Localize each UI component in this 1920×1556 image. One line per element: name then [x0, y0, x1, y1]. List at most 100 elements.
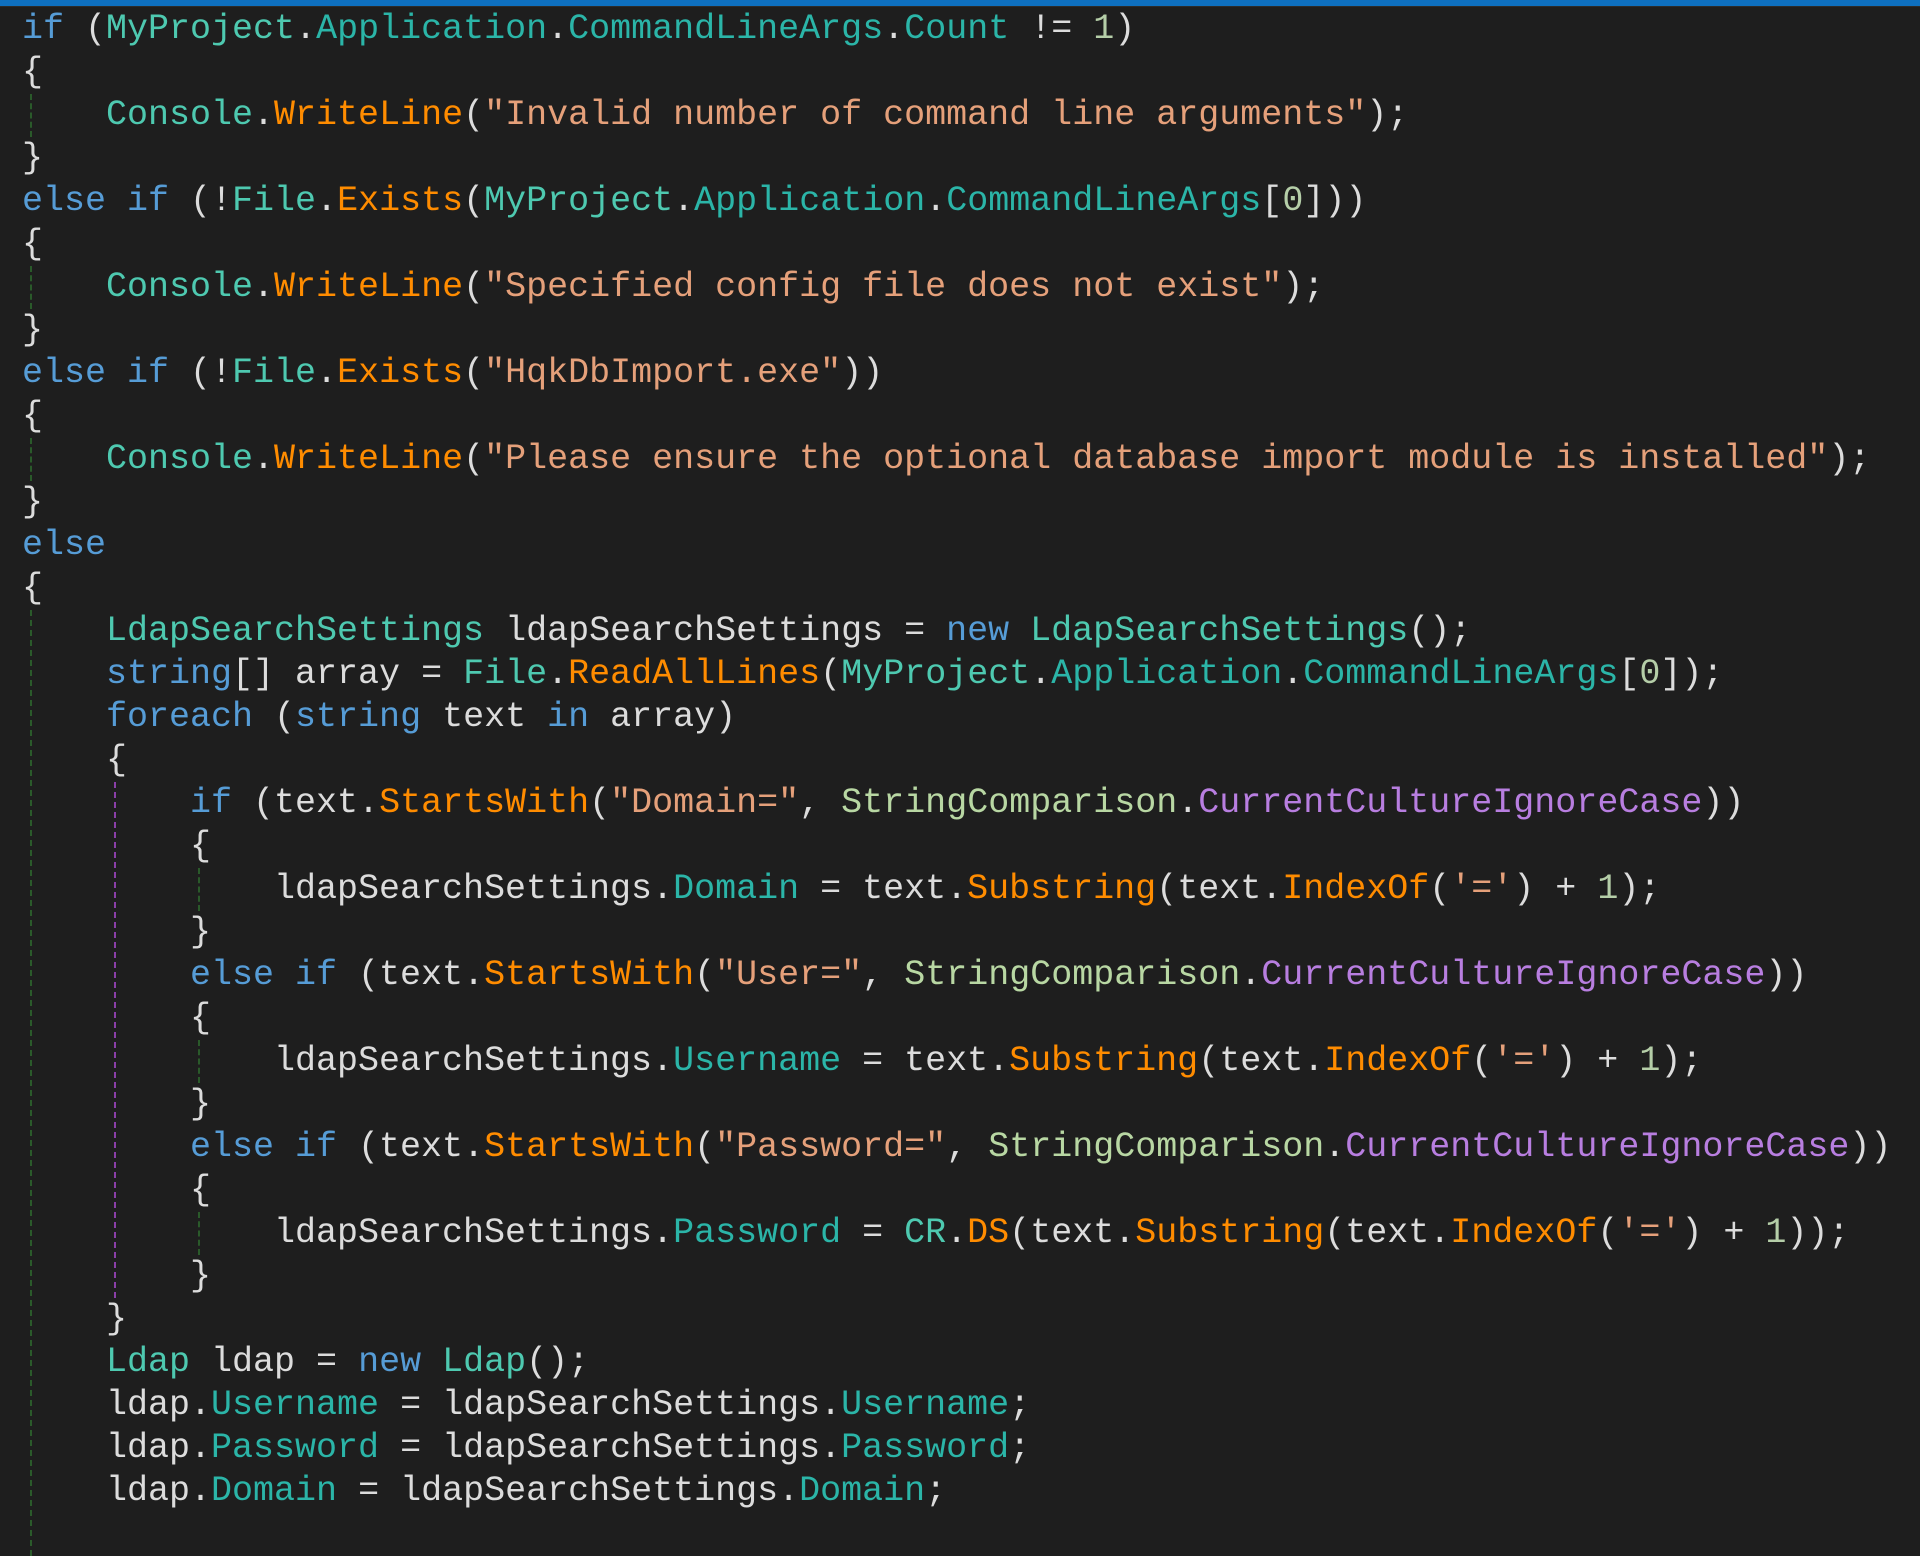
code-token-meth: WriteLine: [274, 95, 464, 135]
code-token-plain: array: [295, 654, 422, 694]
code-token-meth: DS: [967, 1213, 1010, 1253]
code-token-prop: Application: [694, 181, 926, 221]
code-token-punc: .: [547, 654, 569, 694]
code-line: if (text.StartsWith("Domain=", StringCom…: [190, 782, 1744, 825]
code-token-num: 1: [1093, 9, 1115, 49]
code-token-plain: text: [1345, 1213, 1430, 1253]
code-token-punc: .: [946, 1213, 968, 1253]
code-token-type: Ldap: [106, 1342, 191, 1382]
code-token-enumt: StringComparison: [988, 1127, 1325, 1167]
code-token-kw: else if: [22, 181, 170, 221]
code-token-punc: =: [337, 1471, 401, 1511]
code-line: Ldap ldap = new Ldap();: [106, 1341, 589, 1384]
code-line: }: [22, 481, 43, 524]
code-token-prop: CommandLineArgs: [1303, 654, 1619, 694]
code-token-punc: {: [106, 740, 128, 780]
indent-guide-line: [114, 782, 116, 1298]
code-token-punc: .: [1324, 1127, 1346, 1167]
code-token-punc: }: [190, 1256, 212, 1296]
code-line: ldapSearchSettings.Password = CR.DS(text…: [274, 1212, 1849, 1255]
code-token-type: MyProject: [484, 181, 674, 221]
code-token-punc: ();: [526, 1342, 590, 1382]
code-token-prop: CommandLineArgs: [946, 181, 1262, 221]
code-token-punc: .: [1177, 783, 1199, 823]
code-token-meth: Substring: [1009, 1041, 1199, 1081]
code-token-static: File: [232, 181, 317, 221]
code-token-punc: .: [190, 1428, 212, 1468]
code-token-prop: Password: [211, 1428, 380, 1468]
code-token-punc: .: [253, 95, 275, 135]
code-token-punc: .: [190, 1471, 212, 1511]
code-token-plain: text: [421, 697, 548, 737]
code-token-prop: Password: [841, 1428, 1010, 1468]
code-token-meth: Exists: [337, 181, 464, 221]
code-token-punc: (: [1324, 1213, 1346, 1253]
code-token-punc: (: [337, 955, 380, 995]
code-token-punc: .: [1030, 654, 1052, 694]
code-token-static: Console: [106, 95, 254, 135]
code-token-meth: Exists: [337, 353, 464, 393]
code-token-punc: .: [1114, 1213, 1136, 1253]
code-token-punc: (: [463, 95, 485, 135]
code-token-punc: .: [652, 869, 674, 909]
code-token-str: "Password=": [715, 1127, 947, 1167]
code-token-prop: Domain: [799, 1471, 926, 1511]
code-token-punc: .: [946, 869, 968, 909]
code-token-punc: {: [190, 826, 212, 866]
code-token-punc: (!: [169, 353, 233, 393]
code-token-enumv: CurrentCultureIgnoreCase: [1345, 1127, 1850, 1167]
code-token-meth: IndexOf: [1282, 869, 1430, 909]
code-token-punc: (: [1471, 1041, 1493, 1081]
code-line: if (MyProject.Application.CommandLineArg…: [22, 8, 1135, 51]
code-token-punc: );: [1618, 869, 1661, 909]
code-line: ldapSearchSettings.Username = text.Subst…: [274, 1040, 1702, 1083]
code-token-punc: =: [799, 869, 863, 909]
code-editor[interactable]: if ( MyProject. Application. CommandLineArg…: [0, 8, 1920, 1556]
code-token-punc: .: [1429, 1213, 1451, 1253]
code-token-prop: Domain: [673, 869, 800, 909]
code-token-kw: new: [946, 611, 1031, 651]
code-token-punc: (: [1198, 1041, 1220, 1081]
code-token-punc: );: [1282, 267, 1325, 307]
code-token-punc: {: [22, 224, 44, 264]
code-token-punc: (: [463, 267, 485, 307]
code-token-punc: (: [463, 353, 485, 393]
editor-top-accent-bar: [0, 0, 1920, 7]
code-token-meth: WriteLine: [274, 267, 464, 307]
code-token-punc: }: [190, 1084, 212, 1124]
code-token-punc: (: [589, 783, 611, 823]
code-token-plain: ldap: [106, 1428, 191, 1468]
indent-guide-line: [198, 1040, 200, 1083]
code-token-punc: ): [1114, 9, 1136, 49]
code-token-punc: (: [1429, 869, 1451, 909]
code-token-str: "Domain=": [610, 783, 800, 823]
code-token-prop: Username: [211, 1385, 380, 1425]
code-line: {: [190, 825, 211, 868]
code-token-str: '=': [1618, 1213, 1682, 1253]
code-token-plain: ldapSearchSettings: [400, 1471, 779, 1511]
code-token-plain: ldapSearchSettings: [274, 869, 653, 909]
code-token-punc: ;: [1009, 1385, 1031, 1425]
code-token-punc: {: [190, 1170, 212, 1210]
code-token-num: 1: [1765, 1213, 1787, 1253]
code-token-prop: Domain: [211, 1471, 338, 1511]
code-token-kw: if: [22, 9, 65, 49]
code-token-punc: )): [1702, 783, 1745, 823]
code-token-kw: in: [547, 697, 590, 737]
code-token-punc: [: [1261, 181, 1283, 221]
code-token-plain: ldapSearchSettings: [274, 1213, 653, 1253]
code-line: Console.WriteLine("Please ensure the opt…: [106, 438, 1870, 481]
code-token-punc: ,: [946, 1127, 989, 1167]
code-line: else if (text.StartsWith("Password=", St…: [190, 1126, 1891, 1169]
code-line: {: [22, 395, 43, 438]
code-token-plain: ldap: [106, 1385, 191, 1425]
code-token-type: LdapSearchSettings: [1030, 611, 1409, 651]
indent-guide-line: [30, 438, 32, 481]
code-token-num: 0: [1639, 654, 1661, 694]
code-token-punc: (: [337, 1127, 380, 1167]
code-token-punc: (: [1009, 1213, 1031, 1253]
code-token-punc: ) +: [1681, 1213, 1766, 1253]
indent-guide-line: [30, 610, 32, 1556]
code-token-punc: ): [715, 697, 737, 737]
code-token-punc: ) +: [1555, 1041, 1640, 1081]
